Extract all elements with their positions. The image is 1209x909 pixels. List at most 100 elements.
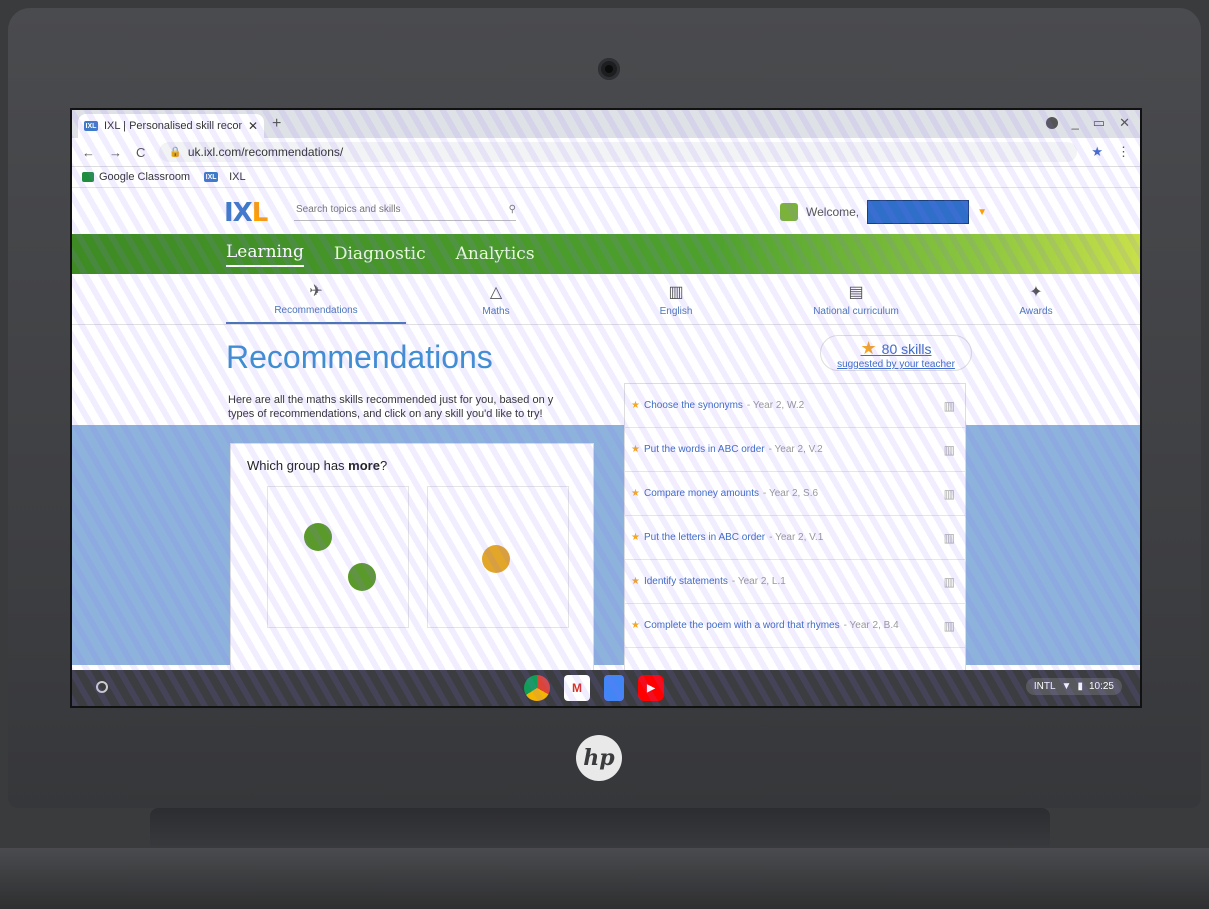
welcome-area[interactable]: Welcome, ▼ [780, 200, 987, 224]
input-method: INTL [1033, 681, 1056, 692]
youtube-icon[interactable]: ▶ [638, 675, 664, 701]
avatar [780, 203, 798, 221]
star-icon: ★ [631, 444, 640, 455]
subnav-label: Recommendations [274, 304, 358, 316]
orange-dot [482, 545, 510, 573]
subnav-maths[interactable]: △ Maths [406, 274, 586, 324]
forward-icon[interactable]: → [109, 145, 122, 160]
minimize-icon[interactable]: _ [1072, 115, 1079, 131]
search-icon[interactable]: ⚲ [509, 204, 516, 215]
lock-icon: 🔒 [169, 146, 182, 158]
award-icon: ✦ [1029, 283, 1043, 301]
browser-tabbar: IXL IXL | Personalised skill recomme ✕ +… [72, 110, 1140, 138]
skill-name: Choose the synonyms [643, 400, 743, 411]
search-input[interactable] [294, 202, 478, 216]
ixl-favicon-icon: IXL [84, 121, 98, 131]
compass-icon: ✈ [309, 282, 323, 300]
book-icon: ▥ [943, 618, 955, 633]
chrome-icon[interactable] [524, 675, 550, 701]
pyramid-icon: △ [489, 283, 503, 301]
sample-question: Which group has more? [247, 458, 388, 473]
main-nav: Learning Diagnostic Analytics [72, 234, 1140, 274]
skill-row[interactable]: ★ Put the words in ABC order - Year 2, V.2… [625, 428, 965, 472]
subnav-national-curriculum[interactable]: ▤ National curriculum [766, 274, 946, 324]
bookmark-label: IXL [229, 171, 246, 183]
group-panel-left[interactable] [267, 486, 409, 628]
skill-row[interactable]: ★ Choose the synonyms - Year 2, W.2 ▥ [625, 384, 965, 428]
reload-icon[interactable]: C [136, 145, 145, 160]
tab-title: IXL | Personalised skill recomme [104, 120, 242, 132]
skills-suggested-link[interactable]: suggested by your teacher [837, 359, 955, 370]
welcome-text: Welcome, [806, 205, 860, 219]
close-tab-icon[interactable]: ✕ [248, 119, 258, 133]
hp-logo: hp [576, 735, 622, 781]
subnav-english[interactable]: ▥ English [586, 274, 766, 324]
laptop-base [0, 848, 1209, 909]
new-tab-icon[interactable]: + [272, 115, 281, 133]
search-box: ⚲ [294, 198, 516, 221]
subnav-awards[interactable]: ✦ Awards [946, 274, 1126, 324]
skills-count-button[interactable]: 80 skills suggested by your teacher [820, 335, 972, 371]
back-icon[interactable]: ← [82, 145, 95, 160]
skill-name: Put the words in ABC order [643, 444, 765, 455]
laptop-hinge [150, 808, 1050, 852]
skill-name: Put the letters in ABC order [643, 532, 766, 543]
shelf-apps: M ▶ [524, 675, 664, 701]
chevron-down-icon[interactable]: ▼ [977, 207, 987, 218]
nav-analytics[interactable]: Analytics [456, 244, 535, 264]
ixl-header: IXL ⚲ Welcome, ▼ [72, 188, 1140, 234]
star-icon: ★ [631, 488, 640, 499]
nav-learning[interactable]: Learning [226, 242, 304, 267]
book-icon: ▥ [943, 530, 955, 545]
redacted-username [867, 200, 970, 224]
bookmark-label: Google Classroom [99, 171, 191, 183]
bookmark-google-classroom[interactable]: Google Classroom [82, 171, 190, 183]
bookmark-star-icon[interactable]: ★ [1091, 144, 1103, 160]
skill-list: ★ Choose the synonyms - Year 2, W.2 ▥ ★ Put t… [624, 383, 966, 685]
classroom-icon [82, 172, 94, 182]
menu-icon[interactable]: ⋮ [1117, 144, 1130, 160]
ixl-logo[interactable]: IXL [224, 198, 268, 228]
address-bar[interactable]: 🔒 uk.ixl.com/recommendations/ [159, 142, 1078, 162]
browser-tab[interactable]: IXL IXL | Personalised skill recomme ✕ [78, 114, 264, 138]
main-content: Recommendations Here are all the maths s… [72, 325, 1140, 685]
green-dot [304, 523, 332, 551]
bookmarks-bar: Google Classroom IXL IXL [72, 167, 1140, 188]
intro-text: Here are all the maths skills recommende… [228, 394, 554, 420]
close-window-icon[interactable]: ✕ [1119, 115, 1130, 131]
window-controls: _ ▭ ✕ [1045, 115, 1130, 131]
skill-row[interactable]: ★ Put the letters in ABC order - Year 2, V… [625, 516, 965, 560]
skill-name: Complete the poem with a word that rhyme… [643, 620, 840, 631]
ixl-favicon-icon: IXL [204, 172, 219, 182]
nav-diagnostic[interactable]: Diagnostic [334, 244, 426, 264]
sample-question-card[interactable]: Which group has more? [230, 443, 594, 675]
skill-level: - Year 2, W.2 [746, 400, 805, 411]
skill-row[interactable]: ★ Complete the poem with a word that rhym… [625, 604, 965, 648]
webcam [598, 58, 620, 80]
launcher-icon[interactable] [96, 681, 108, 693]
skill-level: - Year 2, V.2 [768, 444, 823, 455]
green-dot [348, 563, 376, 591]
skill-name: Compare money amounts [643, 488, 760, 499]
skill-level: - Year 2, B.4 [843, 620, 899, 631]
star-icon: ★ [631, 620, 640, 631]
subnav-recommendations[interactable]: ✈ Recommendations [226, 274, 406, 324]
book-icon: ▥ [943, 398, 955, 413]
clock: 10:25 [1088, 681, 1114, 692]
account-icon[interactable] [1045, 117, 1058, 129]
docs-icon[interactable] [604, 675, 624, 701]
skill-level: - Year 2, V.1 [769, 532, 824, 543]
skill-row[interactable]: ★ Identify statements - Year 2, L.1 ▥ [625, 560, 965, 604]
gmail-icon[interactable]: M [564, 675, 590, 701]
group-panel-right[interactable] [427, 486, 569, 628]
clipboard-icon: ▤ [848, 283, 864, 301]
status-tray[interactable]: INTL ▼ ▮ 10:25 [1025, 678, 1122, 695]
skill-row[interactable]: ★ Compare money amounts - Year 2, S.6 ▥ [625, 472, 965, 516]
screen: IXL IXL | Personalised skill recomme ✕ +… [70, 108, 1142, 708]
star-icon: ★ [631, 400, 640, 411]
skill-name: Identify statements [643, 576, 728, 587]
chromeos-shelf: M ▶ INTL ▼ ▮ 10:25 [72, 670, 1140, 706]
bookmark-ixl[interactable]: IXL IXL [204, 171, 246, 183]
restore-icon[interactable]: ▭ [1093, 115, 1105, 131]
battery-icon: ▮ [1077, 681, 1083, 692]
